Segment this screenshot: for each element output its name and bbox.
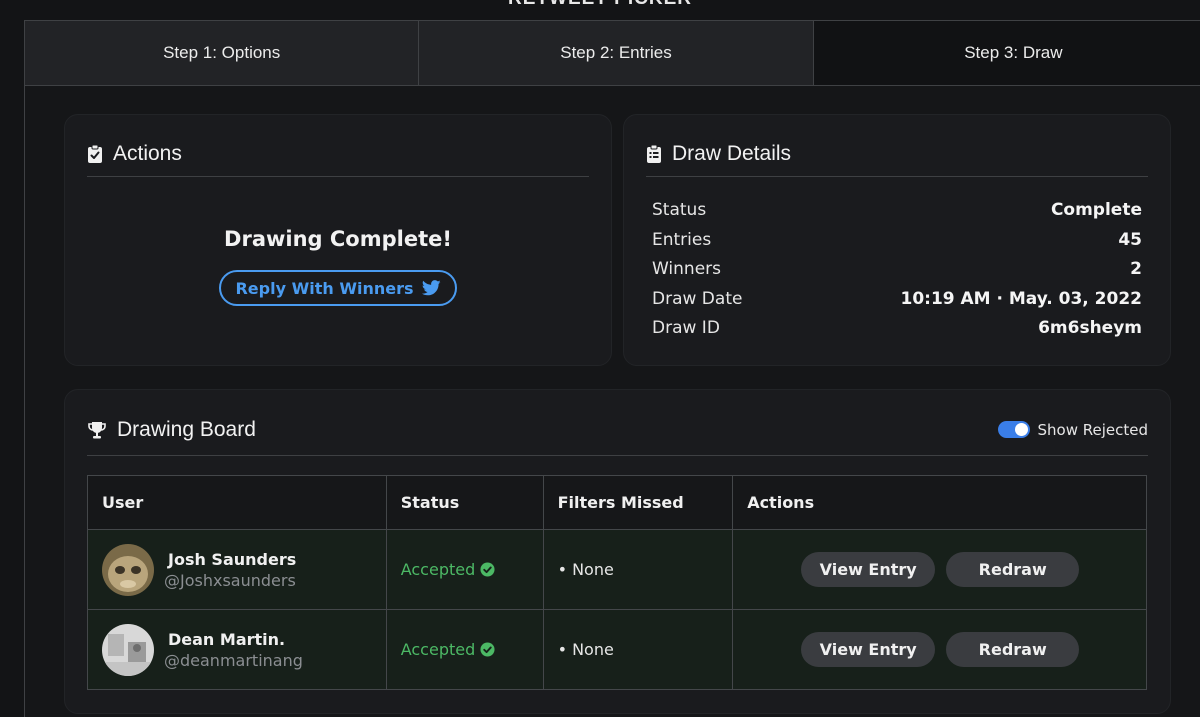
user-cell: Dean Martin. @deanmartinang — [87, 609, 387, 690]
filters-missed-text: • None — [557, 640, 614, 659]
column-header-actions: Actions — [732, 475, 1147, 530]
reply-with-winners-button[interactable]: Reply With Winners — [219, 270, 457, 306]
detail-key: Draw Date — [652, 289, 743, 309]
filters-missed-cell: • None — [542, 529, 734, 610]
detail-row-entries: Entries 45 — [652, 226, 1142, 254]
toggle-knob — [1014, 423, 1028, 436]
detail-value: 2 — [1130, 259, 1142, 279]
tab-step-2-entries[interactable]: Step 2: Entries — [419, 21, 814, 85]
detail-value: 6m6sheym — [1038, 318, 1142, 338]
column-header-user: User — [87, 475, 387, 530]
table-header-row: User Status Filters Missed Actions — [87, 475, 1147, 530]
tab-label: Step 3: Draw — [964, 43, 1063, 62]
view-entry-button[interactable]: View Entry — [801, 552, 936, 587]
user-name: Dean Martin. — [168, 629, 286, 649]
drawing-board-table: User Status Filters Missed Actions Josh … — [87, 475, 1147, 690]
reply-with-winners-label: Reply With Winners — [235, 278, 414, 298]
draw-details-card: Draw Details Status Complete Entries 45 … — [623, 114, 1171, 366]
table-row: Dean Martin. @deanmartinang Accepted • N… — [87, 609, 1147, 690]
tab-step-1-options[interactable]: Step 1: Options — [25, 21, 420, 85]
check-circle-icon — [480, 562, 495, 577]
actions-card: Actions Drawing Complete! Reply With Win… — [64, 114, 612, 366]
detail-key: Draw ID — [652, 318, 720, 338]
twitter-bird-icon — [421, 280, 441, 296]
filters-missed-text: • None — [557, 560, 614, 579]
show-rejected-toggle[interactable] — [997, 421, 1030, 438]
draw-details-header: Draw Details — [646, 131, 1148, 177]
avatar[interactable] — [102, 543, 154, 596]
status-cell: Accepted — [385, 609, 544, 690]
detail-value: Complete — [1050, 200, 1142, 220]
view-entry-button[interactable]: View Entry — [801, 632, 936, 667]
drawing-complete-message: Drawing Complete! — [224, 227, 452, 251]
drawing-board-header: Drawing Board Show Rejected — [87, 404, 1148, 456]
trophy-icon — [87, 420, 107, 440]
clipboard-list-icon — [646, 144, 662, 164]
user-handle[interactable]: @Joshxsaunders — [164, 571, 296, 590]
column-header-status: Status — [385, 475, 544, 530]
app-title: RETWEET PICKER — [0, 0, 1200, 10]
actions-cell: View Entry Redraw — [732, 609, 1147, 690]
actions-card-header: Actions — [87, 131, 589, 177]
show-rejected-toggle-wrap: Show Rejected — [997, 420, 1149, 439]
detail-key: Winners — [652, 259, 722, 279]
tab-label: Step 2: Entries — [560, 43, 672, 62]
app-title-text: RETWEET PICKER — [508, 0, 692, 9]
status-cell: Accepted — [385, 529, 544, 610]
tab-label: Step 1: Options — [163, 43, 281, 62]
column-header-filters-missed: Filters Missed — [542, 475, 734, 530]
actions-title: Actions — [113, 141, 182, 165]
detail-row-winners: Winners 2 — [652, 255, 1142, 283]
user-handle[interactable]: @deanmartinang — [164, 651, 303, 670]
detail-value: 45 — [1118, 230, 1142, 250]
detail-key: Status — [652, 200, 707, 220]
drawing-board-card: Drawing Board Show Rejected User Status … — [64, 389, 1171, 714]
detail-row-draw-id: Draw ID 6m6sheym — [652, 314, 1142, 342]
main-shell: Step 1: Options Step 2: Entries Step 3: … — [24, 20, 1200, 717]
clipboard-check-icon — [87, 144, 103, 164]
detail-value: 10:19 AM · May. 03, 2022 — [900, 289, 1142, 309]
step-tabs: Step 1: Options Step 2: Entries Step 3: … — [25, 21, 1200, 86]
check-circle-icon — [480, 642, 495, 657]
avatar[interactable] — [102, 623, 154, 676]
drawing-board-title: Drawing Board — [117, 417, 256, 441]
detail-key: Entries — [652, 230, 712, 250]
draw-details-title: Draw Details — [672, 141, 792, 165]
filters-missed-cell: • None — [542, 609, 734, 690]
status-text: Accepted — [400, 560, 476, 579]
user-name: Josh Saunders — [168, 549, 297, 569]
detail-row-status: Status Complete — [652, 196, 1142, 224]
user-cell: Josh Saunders @Joshxsaunders — [87, 529, 387, 610]
table-row: Josh Saunders @Joshxsaunders Accepted • … — [87, 529, 1147, 610]
detail-row-draw-date: Draw Date 10:19 AM · May. 03, 2022 — [652, 285, 1142, 313]
actions-cell: View Entry Redraw — [732, 529, 1147, 610]
redraw-button[interactable]: Redraw — [946, 632, 1080, 667]
show-rejected-label: Show Rejected — [1037, 420, 1149, 439]
status-text: Accepted — [400, 640, 476, 659]
tab-step-3-draw[interactable]: Step 3: Draw — [813, 21, 1200, 85]
redraw-button[interactable]: Redraw — [946, 552, 1080, 587]
